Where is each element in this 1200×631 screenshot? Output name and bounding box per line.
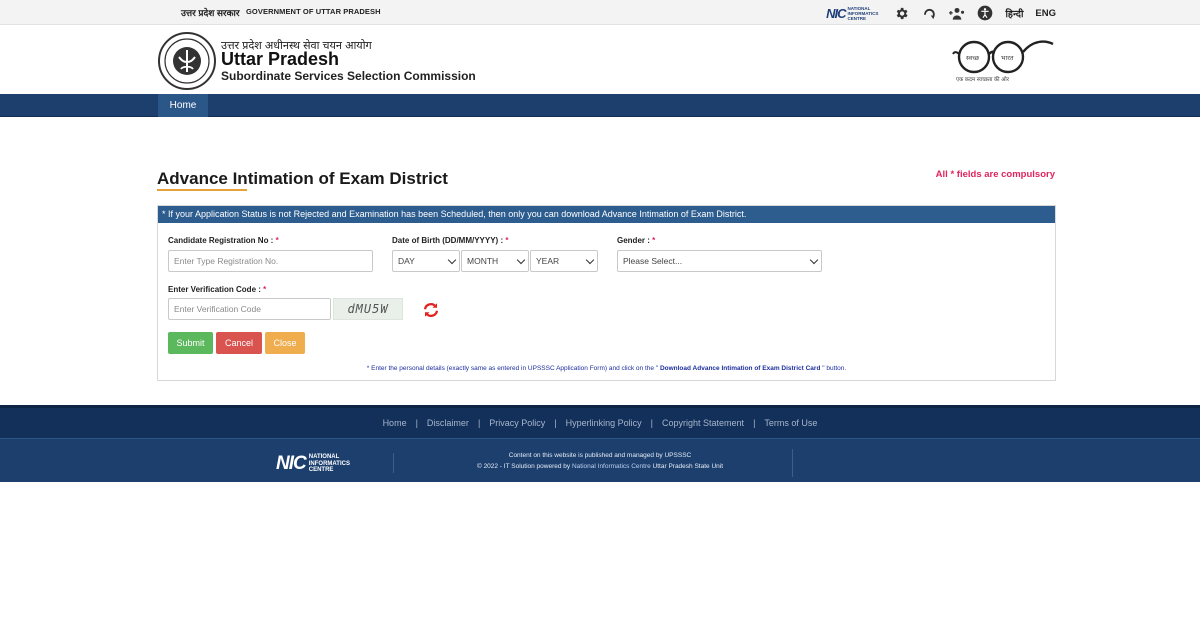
footer-link-hyperlinking[interactable]: Hyperlinking Policy — [566, 418, 642, 428]
gender-value: Please Select... — [623, 256, 683, 266]
dob-day-select[interactable]: DAY — [392, 250, 460, 272]
gender-label: Gender : * — [617, 236, 655, 245]
org-name: Uttar Pradesh — [221, 49, 340, 69]
settings-icon[interactable] — [893, 5, 909, 21]
swachh-glasses-icon: स्वच्छ भारत — [952, 40, 1054, 74]
up-emblem-icon[interactable] — [157, 31, 217, 91]
gender-select[interactable]: Please Select... — [617, 250, 822, 272]
footer-link-disclaimer[interactable]: Disclaimer — [427, 418, 469, 428]
required-star: * — [263, 285, 267, 294]
reg-label: Candidate Registration No : * — [168, 236, 279, 245]
footer-link-terms[interactable]: Terms of Use — [764, 418, 817, 428]
nic-link[interactable]: National Informatics Centre — [572, 463, 651, 470]
form-panel: * If your Application Status is not Reje… — [157, 205, 1056, 381]
copyright-pre: © 2022 - IT Solution powered by — [476, 463, 572, 470]
footer-link-copyright[interactable]: Copyright Statement — [662, 418, 744, 428]
nav-home-link[interactable]: Home — [158, 94, 208, 117]
nic-logo-text: NATIONAL INFORMATICS CENTRE — [847, 5, 879, 21]
footer-links: Home | Disclaimer | Privacy Policy | Hyp… — [0, 405, 1200, 438]
gov-english-text: GOVERNMENT OF UTTAR PRADESH — [246, 7, 381, 16]
footer-link-privacy[interactable]: Privacy Policy — [489, 418, 545, 428]
title-underline — [157, 189, 247, 191]
footer-bottom: NIC NATIONAL INFORMATICS CENTRE Content … — [0, 438, 1200, 482]
compulsory-note: All * fields are compulsory — [935, 169, 1055, 180]
gender-label-text: Gender : — [617, 236, 653, 245]
nic-mark-icon: NIC — [826, 5, 846, 21]
footer-copyright-text: © 2022 - IT Solution powered by National… — [0, 463, 1200, 470]
top-bar: उत्तर प्रदेश सरकार GOVERNMENT OF UTTAR P… — [0, 0, 1200, 25]
chevron-down-icon — [516, 255, 526, 265]
copyright-post: Uttar Pradesh State Unit — [650, 463, 724, 470]
chevron-down-icon — [585, 255, 595, 265]
captcha-image: dMU5W — [333, 298, 403, 320]
page-title: Advance Intimation of Exam District — [157, 169, 448, 188]
cancel-button[interactable]: Cancel — [216, 332, 262, 354]
registration-input[interactable] — [168, 250, 373, 272]
nic-logo[interactable]: NIC NATIONAL INFORMATICS CENTRE — [826, 6, 881, 21]
close-button[interactable]: Close — [265, 332, 305, 354]
reg-label-text: Candidate Registration No : — [168, 236, 276, 245]
dob-label: Date of Birth (DD/MM/YYYY) : * — [392, 236, 508, 245]
note-text-pre: * Enter the personal details (exactly sa… — [366, 365, 660, 372]
footer-separator: | — [650, 418, 654, 428]
screen-reader-icon[interactable] — [921, 5, 937, 21]
dob-month-value: MONTH — [467, 256, 499, 266]
lang-eng-link[interactable]: ENG — [1035, 8, 1056, 19]
panel-header-note: * If your Application Status is not Reje… — [158, 206, 1055, 223]
top-utilities: NIC NATIONAL INFORMATICS CENTRE हिन्दी E… — [826, 4, 1056, 22]
required-star: * — [505, 236, 509, 245]
footer-link-home[interactable]: Home — [383, 418, 407, 428]
dob-year-value: YEAR — [536, 256, 560, 266]
org-subtitle: Subordinate Services Selection Commissio… — [221, 69, 476, 83]
submit-button[interactable]: Submit — [168, 332, 213, 354]
dob-day-value: DAY — [398, 256, 415, 266]
instruction-note: * Enter the personal details (exactly sa… — [158, 365, 1055, 372]
footer-managed-text: Content on this website is published and… — [508, 452, 692, 459]
sitemap-icon[interactable] — [949, 5, 965, 21]
swachh-right-text: भारत — [1001, 54, 1014, 62]
verification-code-input[interactable] — [168, 298, 331, 320]
gov-hindi-text: उत्तर प्रदेश सरकार — [181, 8, 240, 18]
verify-label-text: Enter Verification Code : — [168, 285, 264, 294]
chevron-down-icon — [809, 255, 819, 265]
lang-hindi-link[interactable]: हिन्दी — [1005, 7, 1023, 20]
required-star: * — [652, 236, 656, 245]
swachh-left-text: स्वच्छ — [966, 54, 980, 62]
verify-label: Enter Verification Code : * — [168, 285, 266, 294]
note-text-post: " button. — [820, 365, 847, 372]
swachh-bharat-logo: स्वच्छ भारत एक कदम स्वच्छता की ओर — [952, 37, 1056, 85]
footer-separator: | — [477, 418, 481, 428]
footer-separator: | — [753, 418, 756, 428]
chevron-down-icon — [447, 255, 457, 265]
dob-month-select[interactable]: MONTH — [461, 250, 529, 272]
note-text-bold: Download Advance Intimation of Exam Dist… — [659, 365, 821, 372]
footer-separator: | — [554, 418, 557, 428]
dob-label-text: Date of Birth (DD/MM/YYYY) : — [392, 236, 506, 245]
site-header: उत्तर प्रदेश अधीनस्थ सेवा चयन आयोग Uttar… — [0, 25, 1200, 94]
dob-year-select[interactable]: YEAR — [530, 250, 598, 272]
required-star: * — [275, 236, 279, 245]
swachh-tagline: एक कदम स्वच्छता की ओर — [956, 77, 1009, 83]
refresh-icon[interactable] — [422, 301, 440, 319]
accessibility-icon[interactable] — [977, 5, 993, 21]
main-nav: Home — [0, 94, 1200, 117]
footer-separator: | — [415, 418, 418, 428]
